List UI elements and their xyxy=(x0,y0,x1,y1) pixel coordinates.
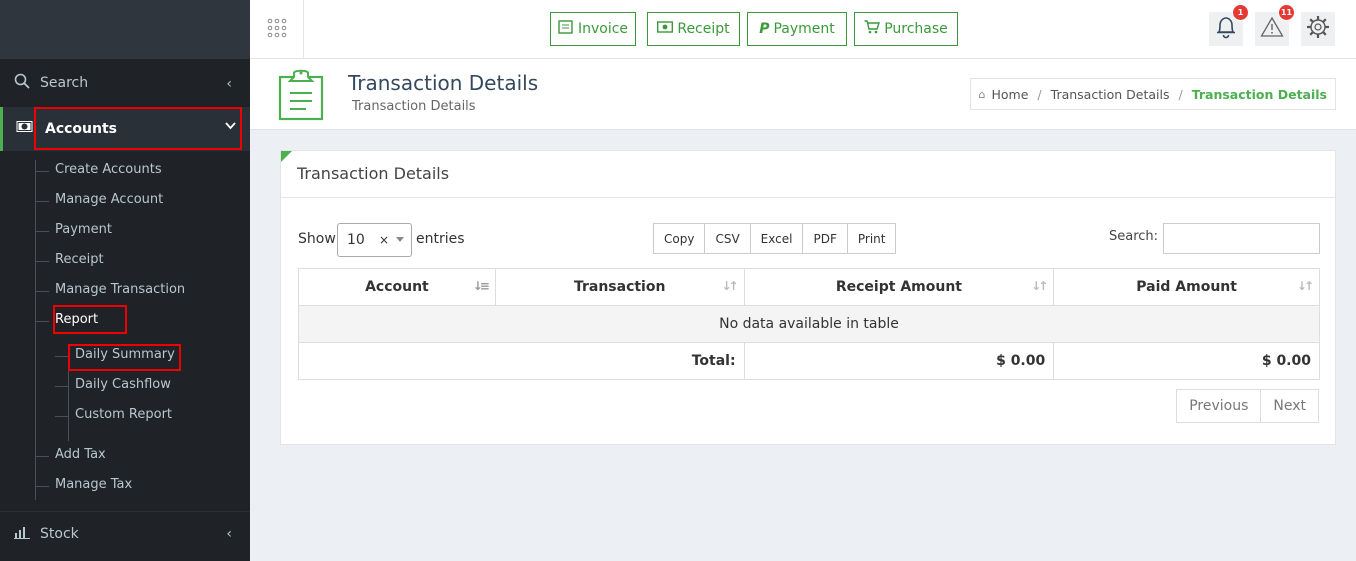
empty-message: No data available in table xyxy=(298,305,1320,343)
page-header: Transaction Details Transaction Details … xyxy=(250,59,1356,130)
notifications-button[interactable]: 1 xyxy=(1209,4,1249,46)
table-search-input[interactable] xyxy=(1163,223,1320,254)
column-header-transaction[interactable]: Transaction ↓↑ xyxy=(494,268,745,306)
invoice-button[interactable]: Invoice xyxy=(550,12,636,46)
total-paid-amount: $ 0.00 xyxy=(1053,342,1320,380)
box-corner-accent xyxy=(281,151,292,162)
breadcrumb: ⌂ Home / Transaction Details / Transacti… xyxy=(969,78,1336,110)
copy-button[interactable]: Copy xyxy=(653,223,706,254)
clear-icon[interactable]: × xyxy=(379,233,389,247)
page-title: Transaction Details xyxy=(348,71,539,95)
transactions-table: Account ↓≡ Transaction ↓↑ Receipt Amount ↓↑… xyxy=(298,268,1320,380)
pdf-button[interactable]: PDF xyxy=(802,223,848,254)
sort-icon: ↓↑ xyxy=(1296,279,1314,293)
sort-icon: ↓↑ xyxy=(721,279,738,293)
notifications-badge: 1 xyxy=(1232,4,1249,21)
chevron-left-icon: ‹ xyxy=(226,76,232,92)
page-length-value: 10 xyxy=(347,232,365,248)
caret-down-icon xyxy=(396,237,404,242)
sidebar-search-label: Search xyxy=(40,75,89,91)
grid-icon xyxy=(267,18,287,42)
sidebar-item-manage-tax[interactable]: Manage Tax xyxy=(34,477,132,492)
breadcrumb-current: Transaction Details xyxy=(1191,86,1327,102)
entries-label: entries xyxy=(416,231,465,247)
next-button[interactable]: Next xyxy=(1260,389,1319,423)
page-subtitle: Transaction Details xyxy=(352,99,476,114)
payment-button[interactable]: P Payment xyxy=(747,12,847,46)
money-icon xyxy=(657,21,674,37)
apps-grid-button[interactable] xyxy=(250,0,304,59)
total-receipt-amount: $ 0.00 xyxy=(743,342,1055,380)
column-header-receipt-amount[interactable]: Receipt Amount ↓↑ xyxy=(743,268,1055,306)
gear-icon xyxy=(1306,15,1330,43)
sidebar-item-custom-report[interactable]: Custom Report xyxy=(54,407,172,422)
invoice-icon xyxy=(558,20,574,38)
show-label: Show xyxy=(298,231,336,247)
csv-button[interactable]: CSV xyxy=(704,223,751,254)
sidebar-item-manage-account[interactable]: Manage Account xyxy=(34,192,163,207)
sidebar-item-daily-cashflow[interactable]: Daily Cashflow xyxy=(55,377,171,392)
pagination: Previous Next xyxy=(1176,389,1319,423)
divider xyxy=(281,197,1335,198)
highlight-box xyxy=(68,344,181,371)
print-button[interactable]: Print xyxy=(846,223,897,254)
breadcrumb-item[interactable]: Transaction Details xyxy=(1051,87,1170,102)
settings-button[interactable] xyxy=(1301,12,1335,46)
alerts-badge: 11 xyxy=(1278,4,1295,21)
search-label: Search: xyxy=(1109,229,1159,244)
sidebar: Search ‹ Accounts Create Accounts Manage… xyxy=(0,0,250,561)
bell-icon xyxy=(1215,15,1237,43)
highlight-box xyxy=(34,107,242,150)
sort-icon: ↓↑ xyxy=(1031,279,1048,293)
chevron-left-icon: ‹ xyxy=(226,526,232,542)
search-icon xyxy=(14,73,30,93)
home-icon: ⌂ xyxy=(978,87,986,101)
breadcrumb-separator: / xyxy=(1037,86,1042,102)
breadcrumb-separator: / xyxy=(1178,86,1183,102)
cart-icon xyxy=(864,20,881,38)
invoice-label: Invoice xyxy=(577,21,629,37)
purchase-label: Purchase xyxy=(884,21,948,37)
column-header-account[interactable]: Account ↓≡ xyxy=(298,268,496,306)
sidebar-search[interactable]: Search ‹ xyxy=(0,59,250,107)
alerts-button[interactable]: 11 xyxy=(1255,4,1295,46)
sidebar-item-stock[interactable]: Stock ‹ xyxy=(0,511,250,555)
sidebar-item-create-accounts[interactable]: Create Accounts xyxy=(35,162,162,177)
sidebar-logo-area xyxy=(0,0,250,59)
page-length-select[interactable]: 10 × xyxy=(337,223,412,257)
total-label: Total: xyxy=(298,342,745,380)
breadcrumb-home[interactable]: Home xyxy=(992,87,1029,102)
total-row: Total: $ 0.00 $ 0.00 xyxy=(298,342,1320,380)
bar-chart-icon xyxy=(14,525,30,543)
excel-button[interactable]: Excel xyxy=(749,223,804,254)
money-icon xyxy=(16,120,33,137)
top-navbar: Invoice Receipt P Payment Purchase 1 11 xyxy=(250,0,1356,59)
column-header-paid-amount[interactable]: Paid Amount ↓↑ xyxy=(1053,268,1320,306)
paypal-icon: P xyxy=(759,21,770,37)
empty-row: No data available in table xyxy=(298,305,1320,343)
clipboard-icon xyxy=(278,69,324,125)
highlight-box xyxy=(53,305,127,334)
export-buttons: Copy CSV Excel PDF Print xyxy=(653,223,897,254)
sidebar-item-receipt[interactable]: Receipt xyxy=(35,252,104,267)
sidebar-item-manage-transaction[interactable]: Manage Transaction xyxy=(34,282,185,297)
receipt-label: Receipt xyxy=(677,21,730,37)
tree-line xyxy=(35,160,36,500)
previous-button[interactable]: Previous xyxy=(1176,389,1262,423)
payment-label: Payment xyxy=(773,21,835,37)
warning-icon xyxy=(1260,16,1284,42)
receipt-button[interactable]: Receipt xyxy=(647,12,740,46)
sort-asc-icon: ↓≡ xyxy=(472,279,490,293)
sidebar-item-payment[interactable]: Payment xyxy=(35,222,112,237)
purchase-button[interactable]: Purchase xyxy=(854,12,958,46)
box-title: Transaction Details xyxy=(297,164,450,183)
sidebar-item-label: Stock xyxy=(40,526,79,542)
transaction-details-box: Transaction Details Show 10 × entries Co… xyxy=(280,150,1336,445)
sidebar-item-add-tax[interactable]: Add Tax xyxy=(35,447,106,462)
